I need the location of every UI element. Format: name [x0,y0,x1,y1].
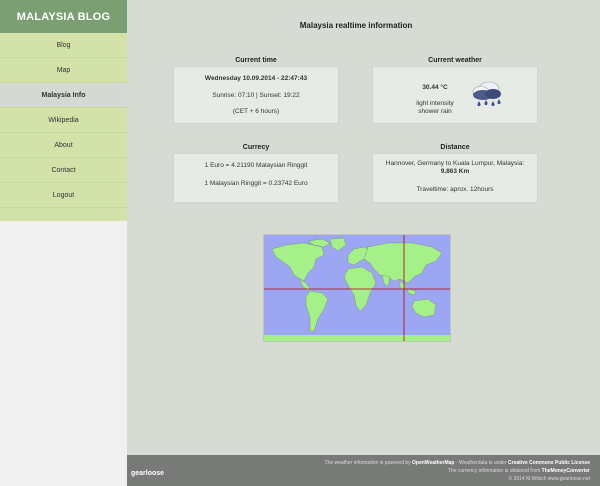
sidebar-nav: Blog Map Malaysia Info Wikipedia About C… [0,33,127,221]
currency-title: Currecy [242,144,270,151]
page-title: Malaysia realtime information [299,21,413,30]
weather-desc-2: shower rain [418,108,452,115]
footer-copyright: © 2014 M.Wilsch www.gearloose.net [508,476,591,482]
sidebar-item-logout[interactable]: Logout [0,183,127,208]
currency-card: 1 Euro = 4.21190 Malaysian Ringgit 1 Mal… [173,153,339,203]
distance-route: Hannover, Germany to Kuala Lumpur, Malay… [385,160,525,167]
sidebar-item-malaysia-info[interactable]: Malaysia Info [0,83,127,108]
themoneyconverter-link[interactable]: TheMoneyConverter [542,468,590,474]
current-time-title: Current time [235,57,277,64]
footer-weather-text: The weather information is powered by [324,460,413,466]
rain-cloud-icon [472,81,501,107]
main-content: Malaysia realtime information Current ti… [127,0,600,486]
timezone-offset: (CET + 6 hours) [232,108,280,115]
footer-license-text: - Weatherdata is under [454,460,509,466]
footer-currency-credit: The currency information is obtained fro… [448,468,590,474]
sidebar-item-wikipedia[interactable]: Wikipedia [0,108,127,133]
distance-value: 9.863 Km [440,168,470,175]
site-brand[interactable]: MALAYSIA BLOG [0,0,127,33]
current-weather-title: Current weather [428,57,482,64]
distance-title: Distance [440,144,470,151]
current-datetime: Wednesday 10.09.2014 - 22:47:43 [204,75,308,82]
world-map[interactable] [263,234,451,342]
travel-time: Traveltime: aprox. 12hours [416,186,494,193]
sunrise-sunset: Sunrise: 07:10 | Sunset: 19:22 [212,92,300,99]
footer-weather-credit: The weather information is powered by Op… [324,460,590,466]
page-footer: gearloose The weather information is pow… [127,455,600,486]
openweathermap-link[interactable]: OpenWeatherMap [412,460,454,466]
sidebar-item-map[interactable]: Map [0,58,127,83]
current-time-card: Wednesday 10.09.2014 - 22:47:43 Sunrise:… [173,66,339,124]
sidebar-nav-footer [0,208,127,221]
gearloose-logo[interactable]: gearloose [131,470,164,477]
currency-euro-to-ringgit: 1 Euro = 4.21190 Malaysian Ringgit [204,162,308,169]
sidebar: MALAYSIA BLOG Blog Map Malaysia Info Wik… [0,0,127,486]
sidebar-item-about[interactable]: About [0,133,127,158]
currency-ringgit-to-euro: 1 Malaysian Ringgit = 0.23742 Euro [204,180,308,187]
sidebar-item-contact[interactable]: Contact [0,158,127,183]
creative-commons-link[interactable]: Creative Commons Public License [508,460,590,466]
distance-card: Hannover, Germany to Kuala Lumpur, Malay… [372,153,538,203]
current-weather-card: 30.44 °C light intensity shower rain [372,66,538,124]
sidebar-item-blog[interactable]: Blog [0,33,127,58]
page-scrollbar[interactable] [585,0,600,455]
footer-currency-text: The currency information is obtained fro… [448,468,542,474]
